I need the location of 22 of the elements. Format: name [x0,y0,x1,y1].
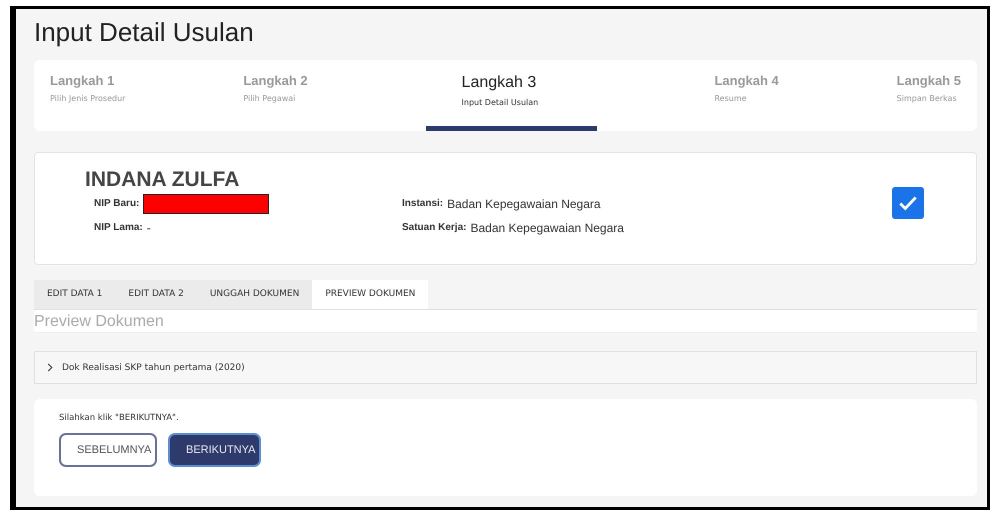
tab[interactable]: UNGGAH DOKUMEN [196,280,312,309]
field-label: NIP Lama: [94,222,143,233]
tab[interactable]: PREVIEW DOKUMEN [312,280,428,309]
accordion-label: Dok Realisasi SKP tahun pertama (2020) [62,362,245,372]
instruction-text: Silahkan klik "BERIKUTNYA". [59,413,180,423]
tab[interactable]: EDIT DATA 2 [115,280,197,309]
field-label: Satuan Kerja: [402,222,466,233]
field-label: Instansi: [402,198,444,209]
tab[interactable]: EDIT DATA 1 [34,280,116,309]
employee-name: INDANA ZULFA [85,168,240,192]
field-label: NIP Baru: [94,198,140,209]
section-title: Preview Dokumen [34,310,977,333]
next-button[interactable]: BERIKUTNYA [168,433,261,467]
checkbox[interactable] [892,186,924,218]
field-value: Badan Kepegawaian Negara [447,196,601,210]
field-value: - [146,220,151,234]
field-value: Badan Kepegawaian Negara [470,220,624,234]
step-tab[interactable]: Langkah 3 Input Detail Usulan [426,60,597,131]
previous-button[interactable]: SEBELUMNYA [59,433,157,467]
accordion-item[interactable]: Dok Realisasi SKP tahun pertama (2020) [34,351,977,384]
chevron-icon [47,363,53,372]
page-title: Input Detail Usulan [34,16,255,49]
